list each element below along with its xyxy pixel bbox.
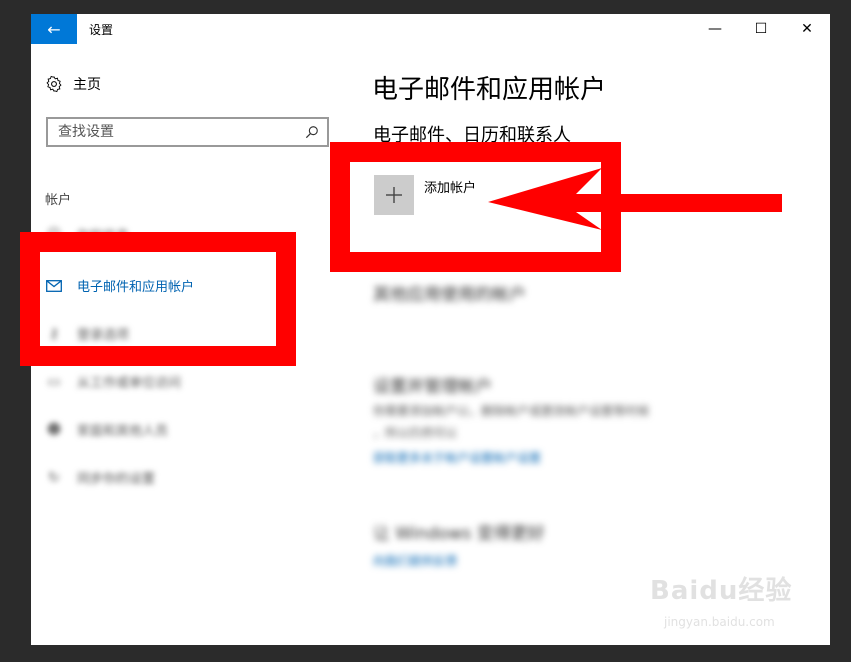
page-title: 电子邮件和应用帐户 xyxy=(372,75,607,105)
close-icon: ✕ xyxy=(801,21,813,37)
description-line-2: ，所以仍然可以 xyxy=(373,426,458,440)
watermark-logo: Baidu经验 xyxy=(650,576,793,606)
section-title-feedback: 让 Windows 变得更好 xyxy=(373,524,545,544)
window-title: 设置 xyxy=(89,23,114,37)
arrow-left-icon: ← xyxy=(47,19,61,39)
minimize-button[interactable]: — xyxy=(692,14,738,44)
sidebar-item-family[interactable]: ☻ 家庭和其他人员 xyxy=(45,420,169,440)
sync-icon: ↻ xyxy=(48,469,60,486)
sidebar-item-label: 同步你的设置 xyxy=(77,472,156,487)
maximize-button[interactable]: ☐ xyxy=(738,14,784,44)
close-button[interactable]: ✕ xyxy=(784,14,830,44)
back-button[interactable]: ← xyxy=(31,14,77,44)
sidebar-item-work-access[interactable]: ▭ 从工作或单位访问 xyxy=(45,372,182,392)
search-icon[interactable] xyxy=(303,123,321,141)
title-bar: ← 设置 — ☐ ✕ xyxy=(31,14,830,44)
people-icon: ☻ xyxy=(46,421,62,438)
manage-accounts-link[interactable]: 获取更多关于帐户设置帐户设置 xyxy=(373,449,541,466)
sidebar-item-label: 从工作或单位访问 xyxy=(77,376,182,391)
sidebar-section-accounts: 帐户 xyxy=(45,193,72,208)
sidebar-item-sync[interactable]: ↻ 同步你的设置 xyxy=(45,468,156,488)
briefcase-icon: ▭ xyxy=(47,373,61,390)
description-line-1: 你需要添加帐户以，删除帐户或更改帐户设置等时候 xyxy=(373,404,650,418)
home-label: 主页 xyxy=(73,77,101,93)
gear-icon xyxy=(46,75,62,93)
watermark-url: jingyan.baidu.com xyxy=(664,615,775,629)
search-input[interactable] xyxy=(48,120,303,144)
search-box[interactable] xyxy=(46,117,329,147)
highlight-box-sidebar xyxy=(20,232,296,366)
feedback-link[interactable]: 向我们提供反馈 xyxy=(373,552,457,569)
section-title-other-apps: 其他应用使用的帐户 xyxy=(373,285,526,305)
manage-accounts-description: 你需要添加帐户以，删除帐户或更改帐户设置等时候 ，所以仍然可以 xyxy=(373,400,803,444)
section-title-manage-accounts: 设置并管理帐户 xyxy=(373,377,492,397)
red-arrow-annotation xyxy=(488,168,782,230)
sidebar-item-label: 家庭和其他人员 xyxy=(77,424,169,439)
sidebar-home[interactable]: 主页 xyxy=(45,74,101,94)
minimize-icon: — xyxy=(708,21,722,37)
maximize-icon: ☐ xyxy=(754,21,768,37)
